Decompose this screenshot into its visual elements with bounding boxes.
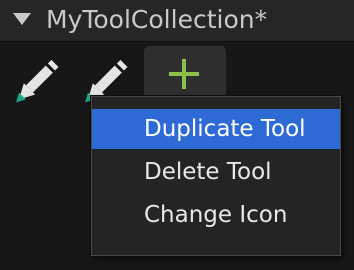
menu-item-change-icon[interactable]: Change Icon bbox=[92, 195, 340, 235]
menu-item-delete-tool[interactable]: Delete Tool bbox=[92, 152, 340, 192]
collection-title: MyToolCollection* bbox=[46, 5, 268, 34]
context-menu: Duplicate Tool Delete Tool Change Icon bbox=[91, 96, 341, 256]
plus-icon bbox=[169, 59, 199, 89]
tool-collection-panel: MyToolCollection* Duplicate Tool Delete … bbox=[0, 0, 354, 270]
pencil-icon bbox=[16, 56, 62, 103]
collection-header[interactable]: MyToolCollection* bbox=[0, 0, 354, 42]
triangle-down-icon[interactable] bbox=[13, 13, 31, 25]
menu-item-duplicate-tool[interactable]: Duplicate Tool bbox=[92, 109, 340, 149]
tool-button-1[interactable] bbox=[6, 46, 70, 112]
